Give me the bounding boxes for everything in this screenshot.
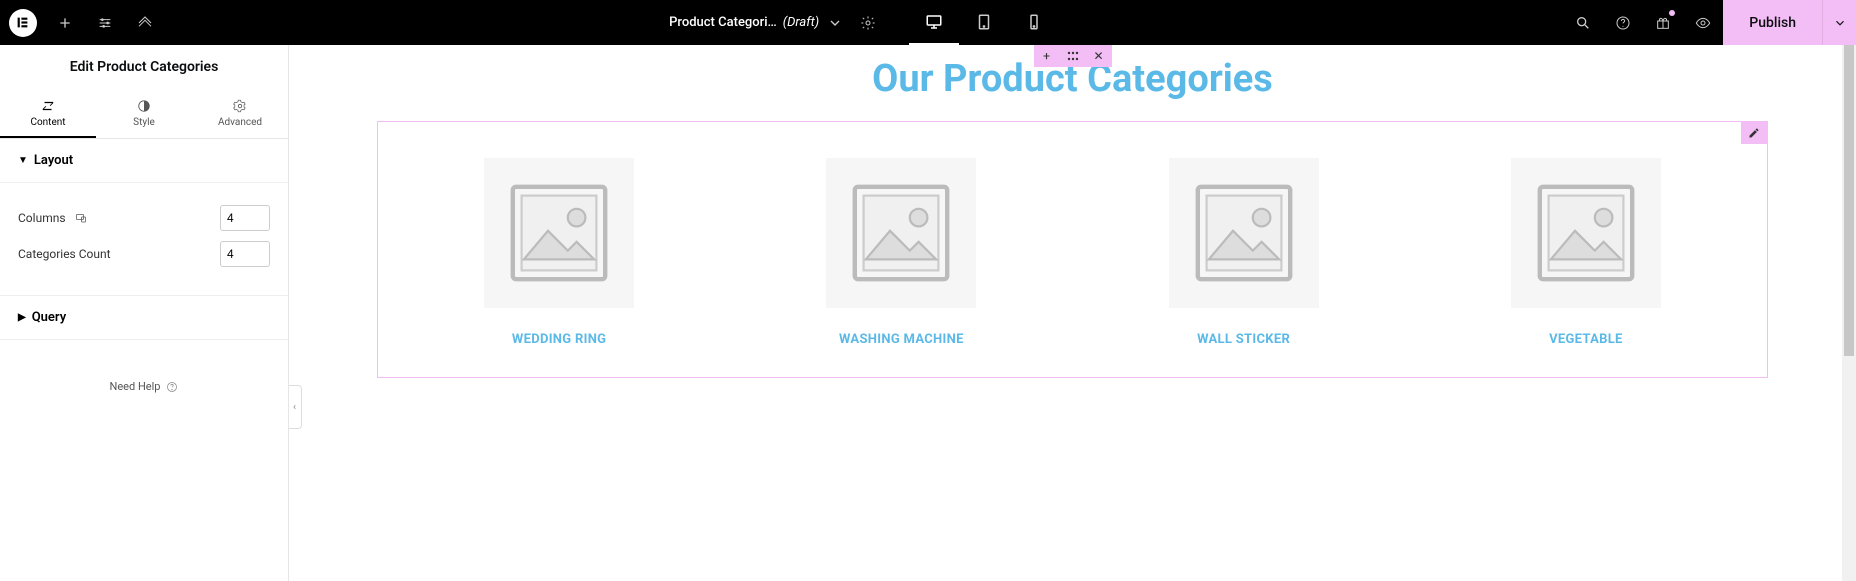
tab-advanced[interactable]: Advanced xyxy=(192,89,288,138)
category-item[interactable]: WALL STICKER xyxy=(1083,158,1405,347)
elementor-logo[interactable] xyxy=(0,0,45,45)
control-columns: Columns xyxy=(18,205,270,231)
document-status: (Draft) xyxy=(783,15,819,30)
preview-canvas[interactable]: ‹ + ✕ Our Product Categories xyxy=(289,45,1856,581)
need-help-link[interactable]: Need Help xyxy=(0,340,288,393)
panel-title: Edit Product Categories xyxy=(0,45,288,89)
help-circle-icon xyxy=(166,381,178,393)
add-element-button[interactable] xyxy=(45,0,85,45)
tab-style-label: Style xyxy=(133,117,155,128)
product-categories-widget[interactable]: WEDDING RING WASHING MACHINE xyxy=(377,121,1768,378)
section-add-button[interactable]: + xyxy=(1034,45,1060,67)
vertical-scrollbar[interactable] xyxy=(1842,45,1856,581)
canvas-inner: + ✕ Our Product Categories xyxy=(289,45,1856,418)
top-bar-right: Publish xyxy=(1563,0,1856,45)
tab-style[interactable]: Style xyxy=(96,89,192,138)
section-close-button[interactable]: ✕ xyxy=(1086,45,1112,67)
top-bar: Product Categori… (Draft) xyxy=(0,0,1856,45)
category-name: VEGETABLE xyxy=(1549,332,1623,347)
categories-count-input[interactable] xyxy=(220,241,270,267)
section-layout-title: Layout xyxy=(34,153,73,168)
tab-advanced-label: Advanced xyxy=(218,117,262,128)
placeholder-image-icon xyxy=(1169,158,1319,308)
notification-dot xyxy=(1669,10,1675,16)
site-settings-button[interactable] xyxy=(85,0,125,45)
top-bar-center: Product Categori… (Draft) xyxy=(165,0,1563,45)
responsive-icon[interactable] xyxy=(74,212,88,224)
category-name: WASHING MACHINE xyxy=(839,332,964,347)
section-toolbar: + ✕ xyxy=(1034,45,1112,67)
document-title: Product Categori… xyxy=(669,15,777,30)
structure-button[interactable] xyxy=(125,0,165,45)
editor-panel: Edit Product Categories Content Style Ad… xyxy=(0,45,289,581)
category-item[interactable]: VEGETABLE xyxy=(1425,158,1747,347)
categories-count-label: Categories Count xyxy=(18,247,111,261)
caret-down-icon: ▼ xyxy=(18,155,28,166)
section-query-header[interactable]: ▶ Query xyxy=(0,296,288,340)
page-settings-icon[interactable] xyxy=(851,0,885,45)
placeholder-image-icon xyxy=(826,158,976,308)
category-name: WEDDING RING xyxy=(512,332,606,347)
tab-content[interactable]: Content xyxy=(0,89,96,138)
control-categories-count: Categories Count xyxy=(18,241,270,267)
section-drag-handle[interactable] xyxy=(1060,45,1086,67)
device-desktop-button[interactable] xyxy=(909,0,959,45)
workspace: Edit Product Categories Content Style Ad… xyxy=(0,45,1856,581)
category-item[interactable]: WASHING MACHINE xyxy=(740,158,1062,347)
panel-tabs: Content Style Advanced xyxy=(0,89,288,139)
whats-new-icon[interactable] xyxy=(1643,0,1683,45)
widget-wrapper: WEDDING RING WASHING MACHINE xyxy=(377,121,1768,378)
help-icon[interactable] xyxy=(1603,0,1643,45)
section-layout-header[interactable]: ▼ Layout xyxy=(0,139,288,183)
device-mobile-button[interactable] xyxy=(1009,0,1059,45)
caret-right-icon: ▶ xyxy=(18,312,26,323)
tab-content-label: Content xyxy=(30,117,65,128)
preview-icon[interactable] xyxy=(1683,0,1723,45)
placeholder-image-icon xyxy=(1511,158,1661,308)
document-dropdown-icon[interactable] xyxy=(823,0,847,45)
device-tablet-button[interactable] xyxy=(959,0,1009,45)
finder-search-icon[interactable] xyxy=(1563,0,1603,45)
edit-widget-button[interactable] xyxy=(1741,122,1767,144)
responsive-switcher xyxy=(909,0,1059,45)
columns-label: Columns xyxy=(18,211,88,225)
top-bar-left xyxy=(0,0,165,45)
placeholder-image-icon xyxy=(484,158,634,308)
category-item[interactable]: WEDDING RING xyxy=(398,158,720,347)
scrollbar-thumb[interactable] xyxy=(1844,45,1854,356)
columns-input[interactable] xyxy=(220,205,270,231)
section-query-title: Query xyxy=(32,310,66,325)
category-name: WALL STICKER xyxy=(1197,332,1290,347)
section-layout-body: Columns Categories Count xyxy=(0,183,288,296)
publish-options-button[interactable] xyxy=(1822,0,1856,45)
categories-grid: WEDDING RING WASHING MACHINE xyxy=(398,158,1747,347)
publish-button[interactable]: Publish xyxy=(1723,0,1822,45)
